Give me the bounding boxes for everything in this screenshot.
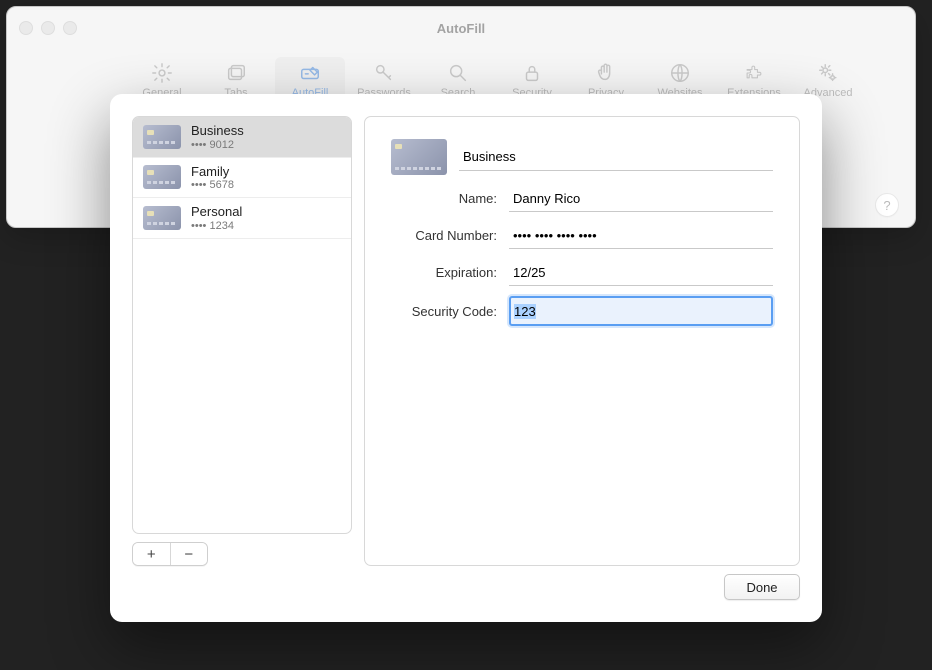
card-list-item[interactable]: Business •••• 9012 bbox=[133, 117, 351, 158]
security-code-label: Security Code: bbox=[391, 304, 497, 319]
card-last-digits: •••• 5678 bbox=[191, 179, 234, 191]
credit-card-icon bbox=[391, 139, 447, 175]
card-list-item[interactable]: Family •••• 5678 bbox=[133, 158, 351, 199]
card-list[interactable]: Business •••• 9012 Family •••• 5678 bbox=[132, 116, 352, 534]
card-description-field[interactable] bbox=[459, 144, 773, 171]
card-detail-pane: Name: Card Number: Expiration: Security … bbox=[364, 116, 800, 566]
credit-cards-sheet: Business •••• 9012 Family •••• 5678 bbox=[110, 94, 822, 622]
card-name: Family bbox=[191, 164, 234, 180]
remove-card-button[interactable]: − bbox=[171, 543, 208, 565]
credit-card-icon bbox=[143, 165, 181, 189]
minus-icon: − bbox=[184, 546, 193, 563]
plus-icon: + bbox=[147, 546, 156, 563]
done-button[interactable]: Done bbox=[724, 574, 800, 600]
credit-card-icon bbox=[143, 206, 181, 230]
security-code-field[interactable] bbox=[509, 296, 773, 326]
card-name: Business bbox=[191, 123, 244, 139]
card-name: Personal bbox=[191, 204, 242, 220]
expiration-label: Expiration: bbox=[391, 265, 497, 280]
card-list-item[interactable]: Personal •••• 1234 bbox=[133, 198, 351, 239]
expiration-field[interactable] bbox=[509, 259, 773, 286]
card-number-label: Card Number: bbox=[391, 228, 497, 243]
card-last-digits: •••• 9012 bbox=[191, 139, 244, 151]
credit-card-icon bbox=[143, 125, 181, 149]
add-card-button[interactable]: + bbox=[133, 543, 171, 565]
name-label: Name: bbox=[391, 191, 497, 206]
add-remove-controls: + − bbox=[132, 542, 208, 566]
cardholder-name-field[interactable] bbox=[509, 185, 773, 212]
card-last-digits: •••• 1234 bbox=[191, 220, 242, 232]
card-number-field[interactable] bbox=[509, 222, 773, 249]
